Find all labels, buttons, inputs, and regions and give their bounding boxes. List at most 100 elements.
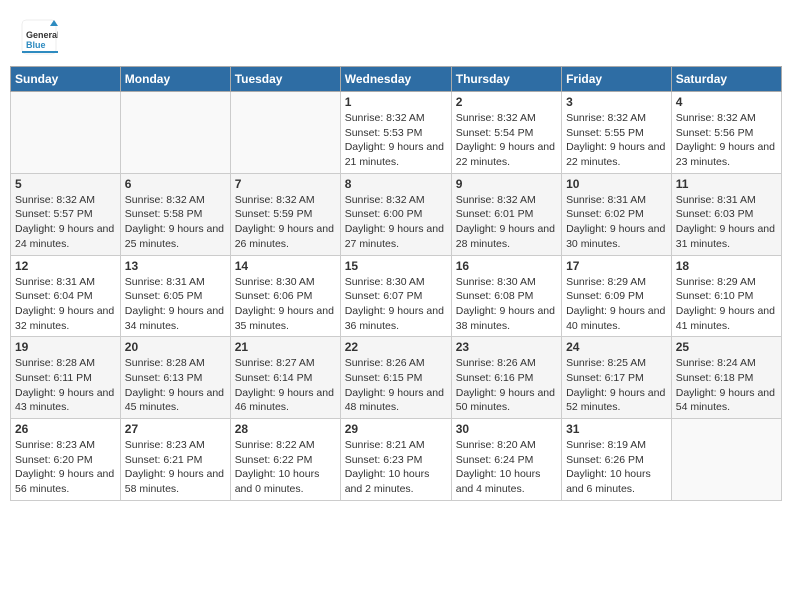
weekday-header-tuesday: Tuesday [230, 67, 340, 92]
day-number: 22 [345, 340, 447, 354]
weekday-header-thursday: Thursday [451, 67, 561, 92]
day-info: Sunrise: 8:31 AMSunset: 6:02 PMDaylight:… [566, 193, 667, 252]
calendar-cell: 29 Sunrise: 8:21 AMSunset: 6:23 PMDayligh… [340, 419, 451, 501]
day-number: 21 [235, 340, 336, 354]
day-number: 11 [676, 177, 777, 191]
day-number: 17 [566, 259, 667, 273]
svg-text:General: General [26, 30, 58, 40]
day-info: Sunrise: 8:23 AMSunset: 6:20 PMDaylight:… [15, 438, 116, 497]
day-number: 2 [456, 95, 557, 109]
day-number: 7 [235, 177, 336, 191]
calendar-week-4: 19 Sunrise: 8:28 AMSunset: 6:11 PMDayligh… [11, 337, 782, 419]
day-info: Sunrise: 8:31 AMSunset: 6:04 PMDaylight:… [15, 275, 116, 334]
calendar-cell: 20Sunrise: 8:28 AMSunset: 6:13 PMDayligh… [120, 337, 230, 419]
calendar-cell: 28Sunrise: 8:22 AMSunset: 6:22 PMDayligh… [230, 419, 340, 501]
day-number: 26 [15, 422, 116, 436]
calendar-week-1: 1 Sunrise: 8:32 AMSunset: 5:53 PMDaylight… [11, 92, 782, 174]
day-info: Sunrise: 8:20 AMSunset: 6:24 PMDaylight:… [456, 438, 557, 497]
day-number: 23 [456, 340, 557, 354]
calendar-cell: 17 Sunrise: 8:29 AMSunset: 6:09 PMDayligh… [562, 255, 672, 337]
day-info: Sunrise: 8:30 AMSunset: 6:07 PMDaylight:… [345, 275, 447, 334]
day-info: Sunrise: 8:32 AMSunset: 5:55 PMDaylight:… [566, 111, 667, 170]
day-info: Sunrise: 8:24 AMSunset: 6:18 PMDaylight:… [676, 356, 777, 415]
day-number: 19 [15, 340, 116, 354]
calendar-cell: 11Sunrise: 8:31 AMSunset: 6:03 PMDayligh… [671, 173, 781, 255]
day-number: 6 [125, 177, 226, 191]
weekday-header-sunday: Sunday [11, 67, 121, 92]
day-info: Sunrise: 8:26 AMSunset: 6:15 PMDaylight:… [345, 356, 447, 415]
calendar-cell: 4 Sunrise: 8:32 AMSunset: 5:56 PMDaylight… [671, 92, 781, 174]
calendar-cell: 18 Sunrise: 8:29 AMSunset: 6:10 PMDayligh… [671, 255, 781, 337]
day-info: Sunrise: 8:32 AMSunset: 6:00 PMDaylight:… [345, 193, 447, 252]
calendar-cell: 21 Sunrise: 8:27 AMSunset: 6:14 PMDayligh… [230, 337, 340, 419]
day-info: Sunrise: 8:32 AMSunset: 5:54 PMDaylight:… [456, 111, 557, 170]
day-number: 10 [566, 177, 667, 191]
weekday-header-saturday: Saturday [671, 67, 781, 92]
day-info: Sunrise: 8:32 AMSunset: 5:58 PMDaylight:… [125, 193, 226, 252]
calendar-cell: 14Sunrise: 8:30 AMSunset: 6:06 PMDayligh… [230, 255, 340, 337]
day-info: Sunrise: 8:29 AMSunset: 6:09 PMDaylight:… [566, 275, 667, 334]
calendar-cell: 6 Sunrise: 8:32 AMSunset: 5:58 PMDaylight… [120, 173, 230, 255]
logo-icon: General Blue [20, 18, 58, 56]
day-info: Sunrise: 8:27 AMSunset: 6:14 PMDaylight:… [235, 356, 336, 415]
calendar-cell: 24Sunrise: 8:25 AMSunset: 6:17 PMDayligh… [562, 337, 672, 419]
day-info: Sunrise: 8:32 AMSunset: 5:53 PMDaylight:… [345, 111, 447, 170]
day-number: 18 [676, 259, 777, 273]
day-number: 16 [456, 259, 557, 273]
day-info: Sunrise: 8:22 AMSunset: 6:22 PMDaylight:… [235, 438, 336, 497]
page-header: General Blue [10, 10, 782, 62]
weekday-header-monday: Monday [120, 67, 230, 92]
day-info: Sunrise: 8:32 AMSunset: 5:56 PMDaylight:… [676, 111, 777, 170]
calendar-cell [671, 419, 781, 501]
day-number: 15 [345, 259, 447, 273]
day-number: 29 [345, 422, 447, 436]
calendar-cell: 13Sunrise: 8:31 AMSunset: 6:05 PMDayligh… [120, 255, 230, 337]
day-info: Sunrise: 8:30 AMSunset: 6:06 PMDaylight:… [235, 275, 336, 334]
day-info: Sunrise: 8:32 AMSunset: 5:57 PMDaylight:… [15, 193, 116, 252]
weekday-header-wednesday: Wednesday [340, 67, 451, 92]
weekday-header-friday: Friday [562, 67, 672, 92]
calendar-week-2: 5 Sunrise: 8:32 AMSunset: 5:57 PMDaylight… [11, 173, 782, 255]
calendar-cell [11, 92, 121, 174]
calendar-cell: 10 Sunrise: 8:31 AMSunset: 6:02 PMDayligh… [562, 173, 672, 255]
calendar-cell: 16 Sunrise: 8:30 AMSunset: 6:08 PMDayligh… [451, 255, 561, 337]
day-number: 13 [125, 259, 226, 273]
calendar-cell [120, 92, 230, 174]
calendar-cell: 22 Sunrise: 8:26 AMSunset: 6:15 PMDayligh… [340, 337, 451, 419]
day-info: Sunrise: 8:32 AMSunset: 6:01 PMDaylight:… [456, 193, 557, 252]
day-info: Sunrise: 8:30 AMSunset: 6:08 PMDaylight:… [456, 275, 557, 334]
day-number: 1 [345, 95, 447, 109]
day-info: Sunrise: 8:28 AMSunset: 6:11 PMDaylight:… [15, 356, 116, 415]
day-number: 30 [456, 422, 557, 436]
day-info: Sunrise: 8:28 AMSunset: 6:13 PMDaylight:… [125, 356, 226, 415]
calendar-cell: 26 Sunrise: 8:23 AMSunset: 6:20 PMDayligh… [11, 419, 121, 501]
day-number: 9 [456, 177, 557, 191]
weekday-header-row: SundayMondayTuesdayWednesdayThursdayFrid… [11, 67, 782, 92]
calendar-week-3: 12 Sunrise: 8:31 AMSunset: 6:04 PMDayligh… [11, 255, 782, 337]
calendar-cell: 27 Sunrise: 8:23 AMSunset: 6:21 PMDayligh… [120, 419, 230, 501]
day-number: 12 [15, 259, 116, 273]
calendar-cell: 3 Sunrise: 8:32 AMSunset: 5:55 PMDaylight… [562, 92, 672, 174]
calendar-cell: 31 Sunrise: 8:19 AMSunset: 6:26 PMDayligh… [562, 419, 672, 501]
day-number: 4 [676, 95, 777, 109]
day-number: 25 [676, 340, 777, 354]
day-info: Sunrise: 8:29 AMSunset: 6:10 PMDaylight:… [676, 275, 777, 334]
calendar-cell: 30 Sunrise: 8:20 AMSunset: 6:24 PMDayligh… [451, 419, 561, 501]
svg-text:Blue: Blue [26, 40, 46, 50]
day-info: Sunrise: 8:25 AMSunset: 6:17 PMDaylight:… [566, 356, 667, 415]
day-number: 5 [15, 177, 116, 191]
day-info: Sunrise: 8:23 AMSunset: 6:21 PMDaylight:… [125, 438, 226, 497]
calendar-cell: 15 Sunrise: 8:30 AMSunset: 6:07 PMDayligh… [340, 255, 451, 337]
calendar-cell: 19 Sunrise: 8:28 AMSunset: 6:11 PMDayligh… [11, 337, 121, 419]
calendar-cell: 7 Sunrise: 8:32 AMSunset: 5:59 PMDaylight… [230, 173, 340, 255]
day-number: 27 [125, 422, 226, 436]
calendar-cell: 5 Sunrise: 8:32 AMSunset: 5:57 PMDaylight… [11, 173, 121, 255]
calendar-cell: 9 Sunrise: 8:32 AMSunset: 6:01 PMDaylight… [451, 173, 561, 255]
day-number: 31 [566, 422, 667, 436]
day-info: Sunrise: 8:26 AMSunset: 6:16 PMDaylight:… [456, 356, 557, 415]
day-info: Sunrise: 8:32 AMSunset: 5:59 PMDaylight:… [235, 193, 336, 252]
day-info: Sunrise: 8:19 AMSunset: 6:26 PMDaylight:… [566, 438, 667, 497]
day-number: 3 [566, 95, 667, 109]
day-info: Sunrise: 8:21 AMSunset: 6:23 PMDaylight:… [345, 438, 447, 497]
calendar-cell: 1 Sunrise: 8:32 AMSunset: 5:53 PMDaylight… [340, 92, 451, 174]
